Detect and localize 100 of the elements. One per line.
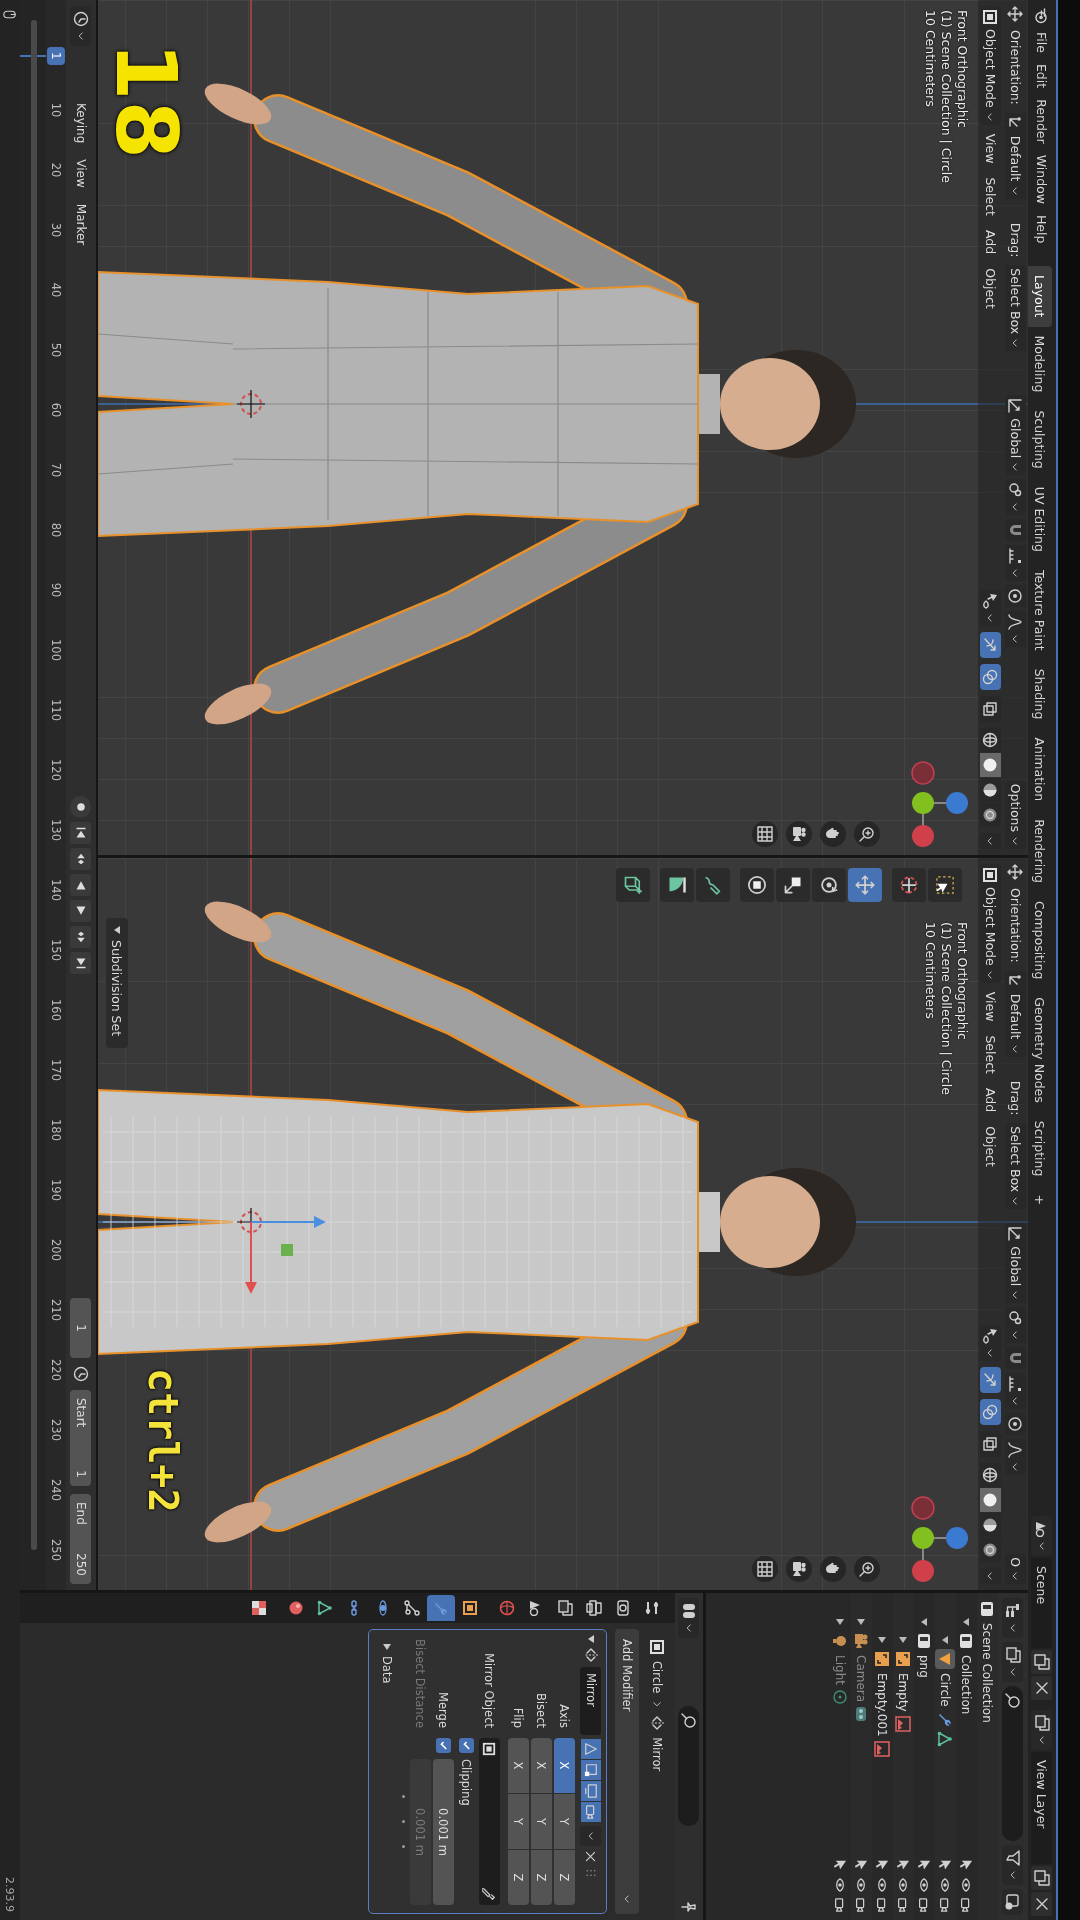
- shortcut-caption: ctrl+2: [140, 1368, 186, 1513]
- axis-toggle[interactable]: X: [508, 1738, 529, 1793]
- menu-item[interactable]: Window: [1032, 151, 1052, 207]
- subpanel-title[interactable]: Data: [380, 1656, 394, 1684]
- modifier-name-field[interactable]: Mirror: [580, 1667, 602, 1735]
- outliner-item[interactable]: Empty: [896, 1673, 911, 1712]
- outliner-item[interactable]: Light: [833, 1655, 848, 1685]
- current-frame-field[interactable]: 1: [70, 1298, 92, 1358]
- workspace-tab[interactable]: Animation: [1028, 728, 1052, 811]
- axis-toggle[interactable]: X: [531, 1738, 552, 1793]
- options-dropdown[interactable]: O: [1005, 1554, 1026, 1584]
- menu-item[interactable]: Marker: [74, 198, 88, 251]
- axis-toggle[interactable]: Z: [531, 1850, 552, 1905]
- drag-label: Drag:: [1008, 221, 1023, 260]
- outliner-item[interactable]: Scene Collection: [980, 1623, 995, 1723]
- axis-toggle[interactable]: Y: [554, 1794, 575, 1849]
- outliner-item[interactable]: Camera: [854, 1655, 869, 1703]
- field-label: Merge: [436, 1691, 451, 1730]
- viewport-info-text: 10 Centimeters: [923, 922, 938, 1021]
- viewport-info-text: Front Orthographic: [955, 922, 970, 1042]
- outliner-item[interactable]: png: [917, 1655, 932, 1678]
- add-modifier-button[interactable]: Add Modifier: [615, 1629, 639, 1914]
- field-label: Bisect: [534, 1692, 549, 1730]
- frame-number: 170: [49, 1058, 63, 1083]
- orientation-label: Orientation:: [1008, 887, 1023, 965]
- menu-item[interactable]: View: [983, 986, 998, 1027]
- number-field[interactable]: 0.001 m: [433, 1759, 454, 1905]
- field-label: Bisect Distance: [413, 1638, 428, 1730]
- frame-number: 70: [49, 461, 63, 480]
- outliner-item[interactable]: Circle: [938, 1673, 953, 1707]
- playhead-frame[interactable]: 1: [47, 47, 65, 65]
- menu-item[interactable]: View: [983, 128, 998, 169]
- axis-toggle[interactable]: X: [554, 1738, 575, 1793]
- scene-name-field[interactable]: Scene: [1031, 1558, 1053, 1648]
- drag-dropdown[interactable]: Select Box: [1005, 265, 1026, 352]
- frame-number: 220: [49, 1358, 63, 1383]
- orientation-label: Orientation:: [1008, 29, 1023, 107]
- frame-number: 100: [49, 638, 63, 663]
- viewport-info-text: Front Orthographic: [955, 10, 970, 130]
- frame-number: 20: [49, 161, 63, 180]
- outliner-item[interactable]: Empty.001: [875, 1673, 890, 1737]
- drag-dropdown[interactable]: Select Box: [1005, 1123, 1026, 1210]
- transform-orientation-dropdown[interactable]: Global: [1005, 1223, 1026, 1304]
- transform-orientation-dropdown[interactable]: Global: [1005, 395, 1026, 476]
- workspace-tab[interactable]: Scripting: [1028, 1111, 1052, 1186]
- add-workspace-button[interactable]: +: [1028, 1185, 1052, 1214]
- workspace-tab[interactable]: Geometry Nodes: [1028, 988, 1052, 1112]
- workspace-tab[interactable]: Texture Paint: [1028, 560, 1052, 660]
- breadcrumb-object: Circle: [650, 1661, 664, 1694]
- frame-number: 160: [49, 998, 63, 1023]
- workspace-tab[interactable]: Compositing: [1028, 892, 1052, 989]
- menu-item[interactable]: Render: [1032, 96, 1052, 147]
- version-text: 2.93.9: [3, 1877, 17, 1912]
- menu-item[interactable]: Add: [983, 225, 998, 260]
- start-frame-field[interactable]: Start 1: [70, 1390, 92, 1486]
- frame-number: 190: [49, 1178, 63, 1203]
- menu-item[interactable]: File: [1032, 29, 1052, 56]
- operator-panel-title: Subdivision Set: [109, 940, 125, 1037]
- drag-label: Drag:: [1008, 1079, 1023, 1118]
- checkbox-label: Clipping: [459, 1759, 474, 1806]
- frame-number: 90: [49, 581, 63, 600]
- end-frame-field[interactable]: End 250: [70, 1494, 92, 1584]
- workspace-tab[interactable]: Rendering: [1028, 810, 1052, 892]
- axis-toggle[interactable]: Y: [508, 1794, 529, 1849]
- breadcrumb-modifier: Mirror: [650, 1737, 664, 1772]
- workspace-tab[interactable]: Shading: [1028, 659, 1052, 729]
- mode-dropdown[interactable]: Object Mode: [980, 864, 1001, 983]
- operator-panel[interactable]: Subdivision Set: [106, 918, 128, 1048]
- menu-item[interactable]: Object: [983, 1121, 998, 1172]
- axis-toggle[interactable]: Y: [531, 1794, 552, 1849]
- frame-number: 80: [49, 521, 63, 540]
- menu-item[interactable]: Add: [983, 1083, 998, 1118]
- axis-toggle[interactable]: Z: [508, 1850, 529, 1905]
- frame-number: 210: [49, 1298, 63, 1323]
- viewport-info-text: 10 Centimeters: [923, 10, 938, 109]
- options-dropdown[interactable]: Options: [1005, 780, 1026, 849]
- orientation-dropdown[interactable]: Default: [1005, 112, 1026, 199]
- keying-dropdown[interactable]: Keying: [74, 98, 88, 149]
- menu-item[interactable]: Help: [1032, 211, 1052, 247]
- menu-item[interactable]: Object: [983, 263, 998, 314]
- field-label: Mirror Object: [482, 1652, 497, 1730]
- mode-dropdown[interactable]: Object Mode: [980, 6, 1001, 125]
- workspace-tab[interactable]: Layout: [1028, 266, 1052, 327]
- frame-number: 230: [49, 1418, 63, 1443]
- workspace-tab[interactable]: Sculpting: [1028, 401, 1052, 478]
- outliner-item[interactable]: Collection: [959, 1655, 974, 1715]
- frame-number: 130: [49, 818, 63, 843]
- menu-item[interactable]: View: [74, 154, 88, 193]
- workspace-tab[interactable]: Modeling: [1028, 326, 1052, 402]
- frame-number: 240: [49, 1478, 63, 1503]
- axis-toggle[interactable]: Z: [554, 1850, 575, 1905]
- viewport-info-text: (1) Scene Collection | Circle: [939, 922, 954, 1095]
- menu-item[interactable]: Edit: [1032, 60, 1052, 92]
- workspace-tab[interactable]: UV Editing: [1028, 477, 1052, 561]
- menu-item[interactable]: Select: [983, 172, 998, 221]
- orientation-dropdown[interactable]: Default: [1005, 970, 1026, 1057]
- frame-number: 30: [49, 221, 63, 240]
- menu-item[interactable]: Select: [983, 1030, 998, 1079]
- frame-number: 250: [49, 1538, 63, 1563]
- view-layer-name-field[interactable]: View Layer: [1031, 1752, 1053, 1864]
